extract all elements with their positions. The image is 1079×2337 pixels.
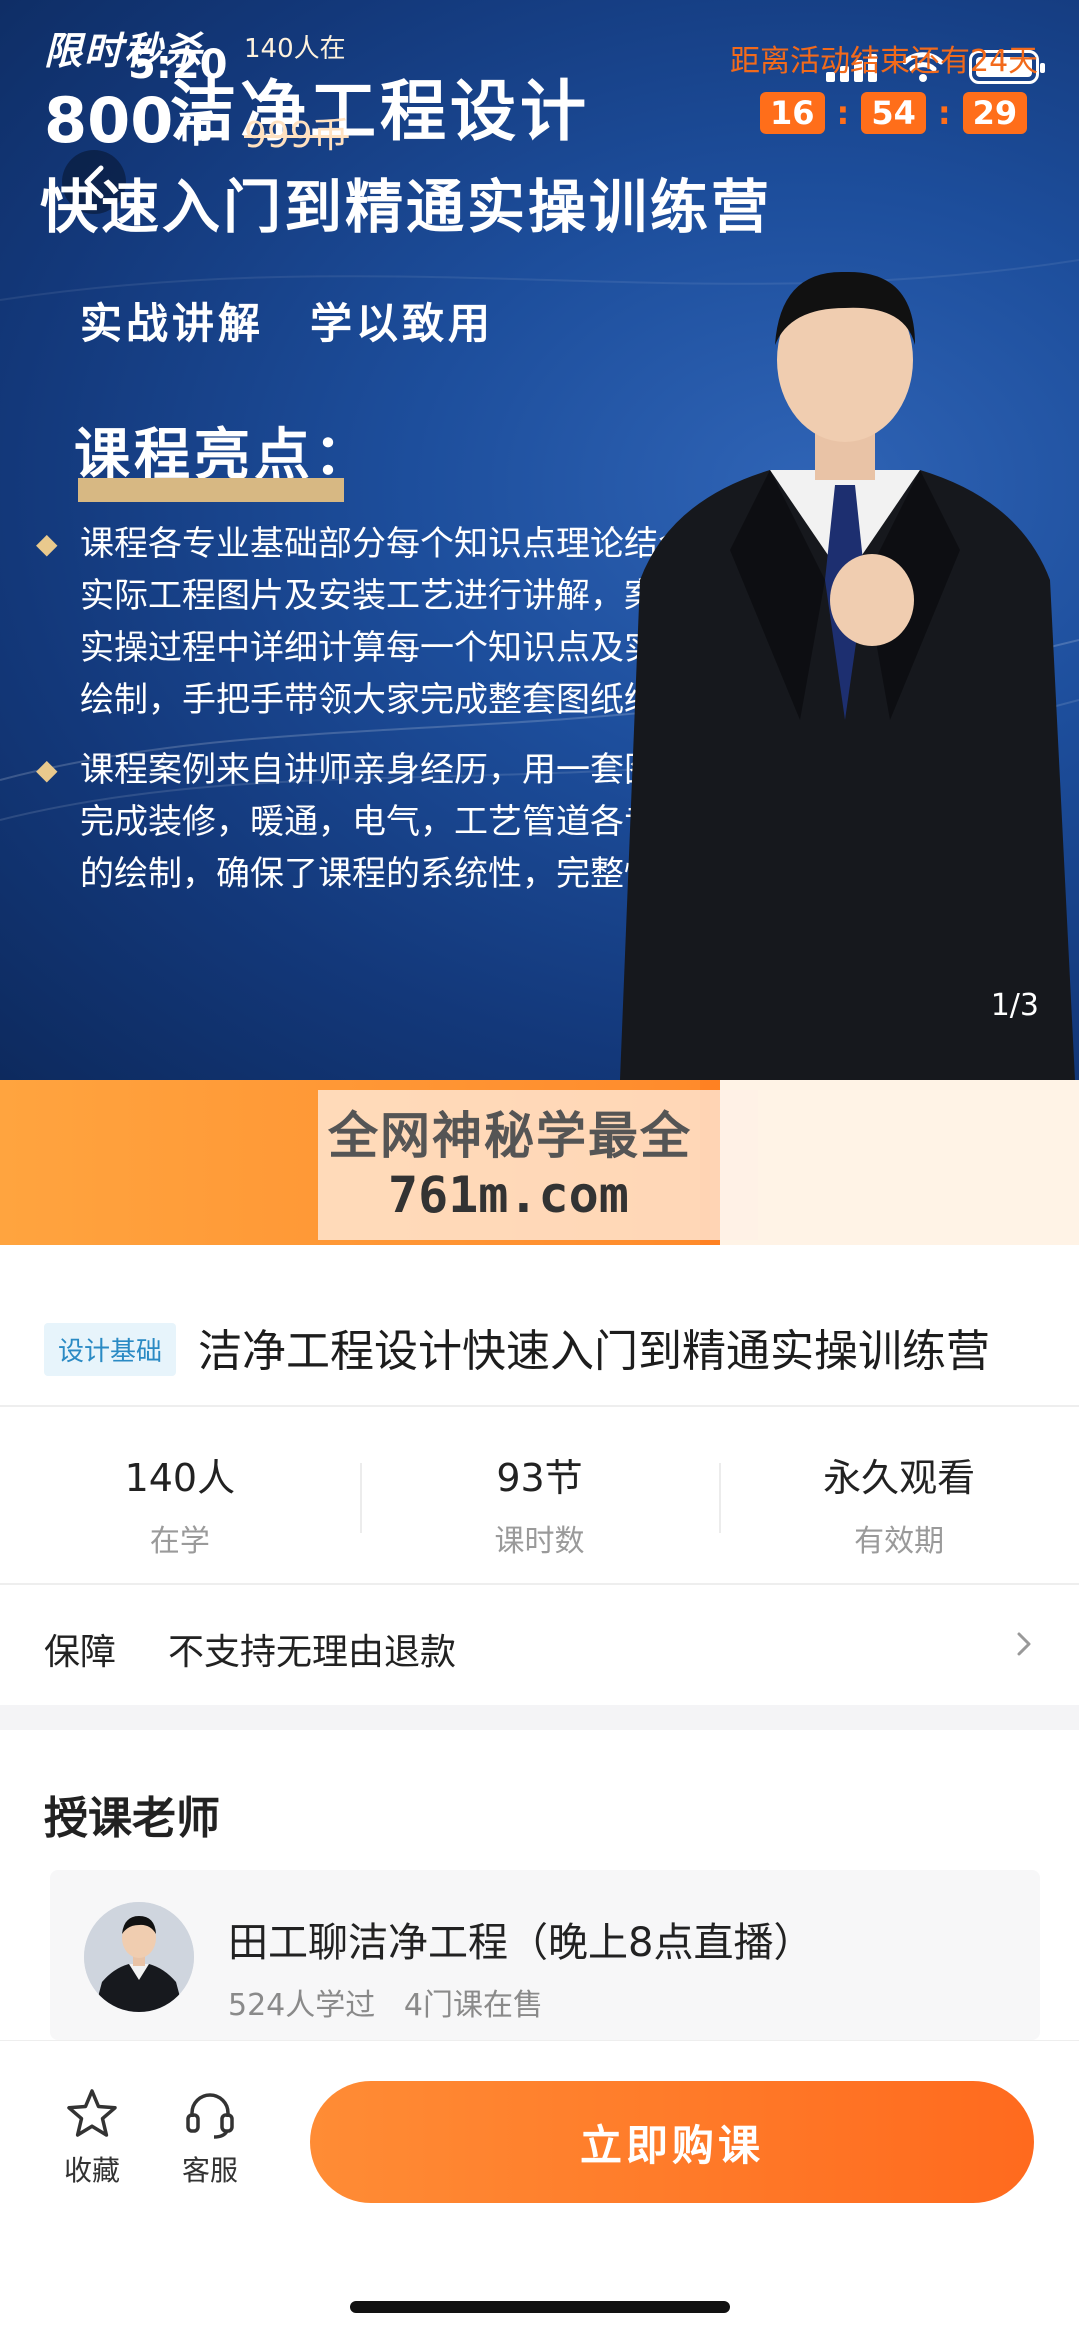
stat-label: 在学 [149, 1524, 210, 1559]
avatar [84, 1902, 194, 2012]
teacher-section: 授课老师 田工聊洁净工程（晚上8点直播） 524人学过 4门课在售 [0, 1730, 1079, 2050]
timer-separator: : [836, 94, 850, 132]
teacher-card[interactable]: 田工聊洁净工程（晚上8点直播） 524人学过 4门课在售 [50, 1870, 1040, 2040]
diamond-icon: ◆ [36, 527, 58, 560]
stat-validity: 永久观看 有效期 [719, 1407, 1079, 1583]
course-stats: 140人 在学 93节 课时数 永久观看 有效期 [0, 1407, 1079, 1583]
bottom-action-bar: 收藏 客服 立即购课 [0, 2040, 1079, 2337]
teacher-stats: 524人学过 4门课在售 [228, 1980, 543, 2024]
sale-price-unit: 币 [177, 107, 216, 151]
timer-minutes: 54 [861, 92, 926, 134]
teacher-learners: 524人学过 [228, 1988, 376, 2023]
stat-value: 93节 [496, 1456, 583, 1500]
flash-sale-title: 限时秒杀 [44, 29, 205, 73]
highlight-underline [78, 478, 344, 502]
guarantee-label: 保障 [44, 1632, 117, 1673]
star-icon [67, 2089, 117, 2137]
customer-service-label: 客服 [181, 2154, 238, 2187]
course-title-card: 设计基础 洁净工程设计快速入门到精通实操训练营 [0, 1245, 1079, 1405]
teacher-courses: 4门课在售 [403, 1988, 543, 2023]
buy-now-button[interactable]: 立即购课 [310, 2081, 1034, 2203]
stat-lessons: 93节 课时数 [359, 1407, 720, 1583]
teacher-photo [620, 271, 1075, 1080]
watermark-text: 全网神秘学最全 [328, 1107, 692, 1165]
customer-service-button[interactable]: 客服 [160, 2087, 260, 2189]
countdown-timer: 16 : 54 : 29 [760, 92, 1028, 134]
original-price: 999币 [244, 115, 349, 156]
teacher-section-title: 授课老师 [44, 1793, 220, 1844]
watermark-url: 761m.com [388, 1166, 629, 1224]
guarantee-value: 不支持无理由退款 [168, 1632, 457, 1673]
guarantee-row[interactable]: 保障 不支持无理由退款 [0, 1585, 1079, 1705]
favorite-button[interactable]: 收藏 [42, 2087, 142, 2189]
course-banner[interactable]: 5:20 洁净工程设计 快速入门到精通实操训练营 实战讲解 学以致用 课程亮点：… [0, 0, 1079, 1080]
sale-price: 800 币 [44, 84, 215, 157]
stat-learners: 140人 在学 [0, 1407, 360, 1583]
sale-price-value: 800 [44, 84, 174, 157]
stat-label: 有效期 [854, 1524, 945, 1559]
banner-title-line1: 洁净工程设计 [170, 73, 590, 150]
teacher-name: 田工聊洁净工程（晚上8点直播） [228, 1920, 814, 1966]
flash-sale-right [720, 1080, 1079, 1245]
chevron-right-icon [1017, 1632, 1031, 1656]
banner-tagline: 实战讲解 学以致用 [80, 299, 495, 348]
banner-page-indicator: 1/3 [990, 988, 1039, 1023]
headset-icon [186, 2093, 234, 2139]
course-title: 洁净工程设计快速入门到精通实操训练营 [198, 1326, 990, 1377]
banner-title-line2: 快速入门到精通实操训练营 [40, 173, 773, 241]
home-indicator [350, 2301, 730, 2313]
timer-seconds: 29 [962, 92, 1028, 134]
favorite-label: 收藏 [63, 2154, 120, 2187]
stat-label: 课时数 [494, 1524, 585, 1559]
timer-separator: : [937, 94, 951, 132]
flash-sale-count: 140人在 [244, 34, 346, 64]
stat-value: 永久观看 [823, 1456, 976, 1500]
sale-countdown-label: 距离活动结束还有24天 [730, 44, 1039, 79]
stat-value: 140人 [124, 1456, 236, 1500]
category-badge: 设计基础 [44, 1323, 177, 1376]
diamond-icon: ◆ [36, 753, 58, 786]
timer-hours: 16 [760, 92, 825, 134]
